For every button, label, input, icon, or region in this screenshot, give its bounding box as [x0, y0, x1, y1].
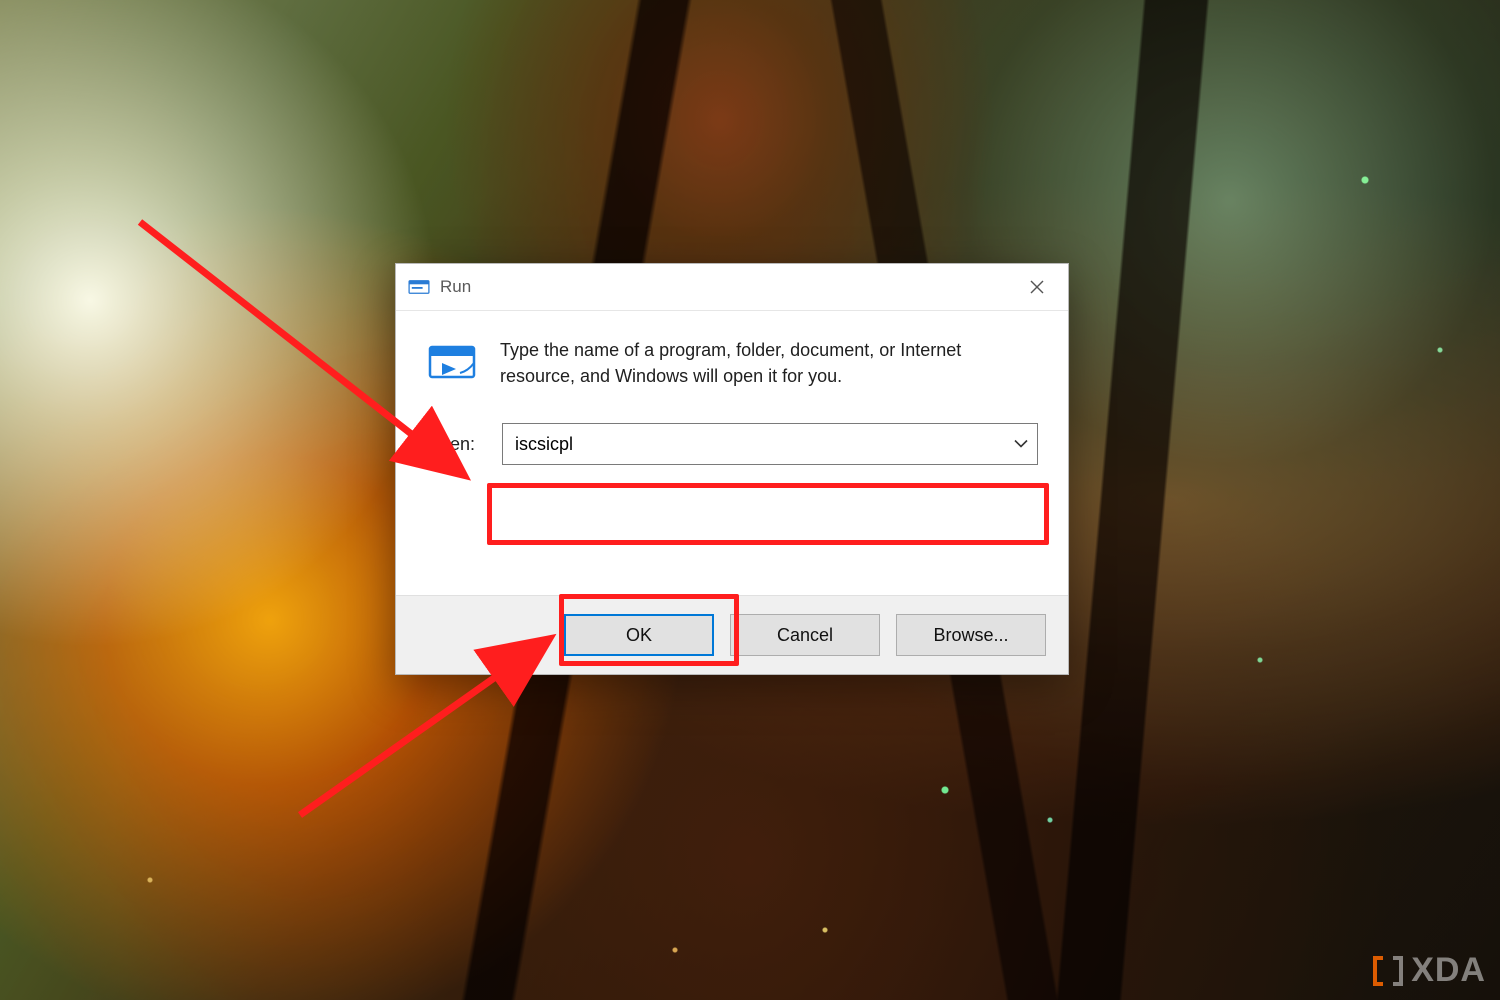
ok-button[interactable]: OK [564, 614, 714, 656]
run-title-icon [408, 278, 430, 296]
dialog-body: Type the name of a program, folder, docu… [396, 311, 1068, 595]
xda-logo-icon [1371, 954, 1405, 988]
titlebar[interactable]: Run [396, 264, 1068, 311]
cancel-button[interactable]: Cancel [730, 614, 880, 656]
open-input[interactable] [502, 423, 1038, 465]
open-label: Open: [426, 434, 486, 455]
run-dialog: Run Type the name of a program, folder, … [395, 263, 1069, 675]
browse-button[interactable]: Browse... [896, 614, 1046, 656]
xda-watermark-text: XDA [1411, 951, 1486, 990]
xda-watermark: XDA [1371, 951, 1486, 990]
run-program-icon [426, 341, 478, 385]
open-combobox[interactable] [502, 423, 1038, 465]
dialog-description: Type the name of a program, folder, docu… [500, 337, 1038, 389]
close-button[interactable] [1010, 264, 1064, 310]
dialog-title: Run [440, 277, 471, 297]
close-icon [1030, 280, 1044, 294]
dialog-button-bar: OK Cancel Browse... [396, 595, 1068, 674]
